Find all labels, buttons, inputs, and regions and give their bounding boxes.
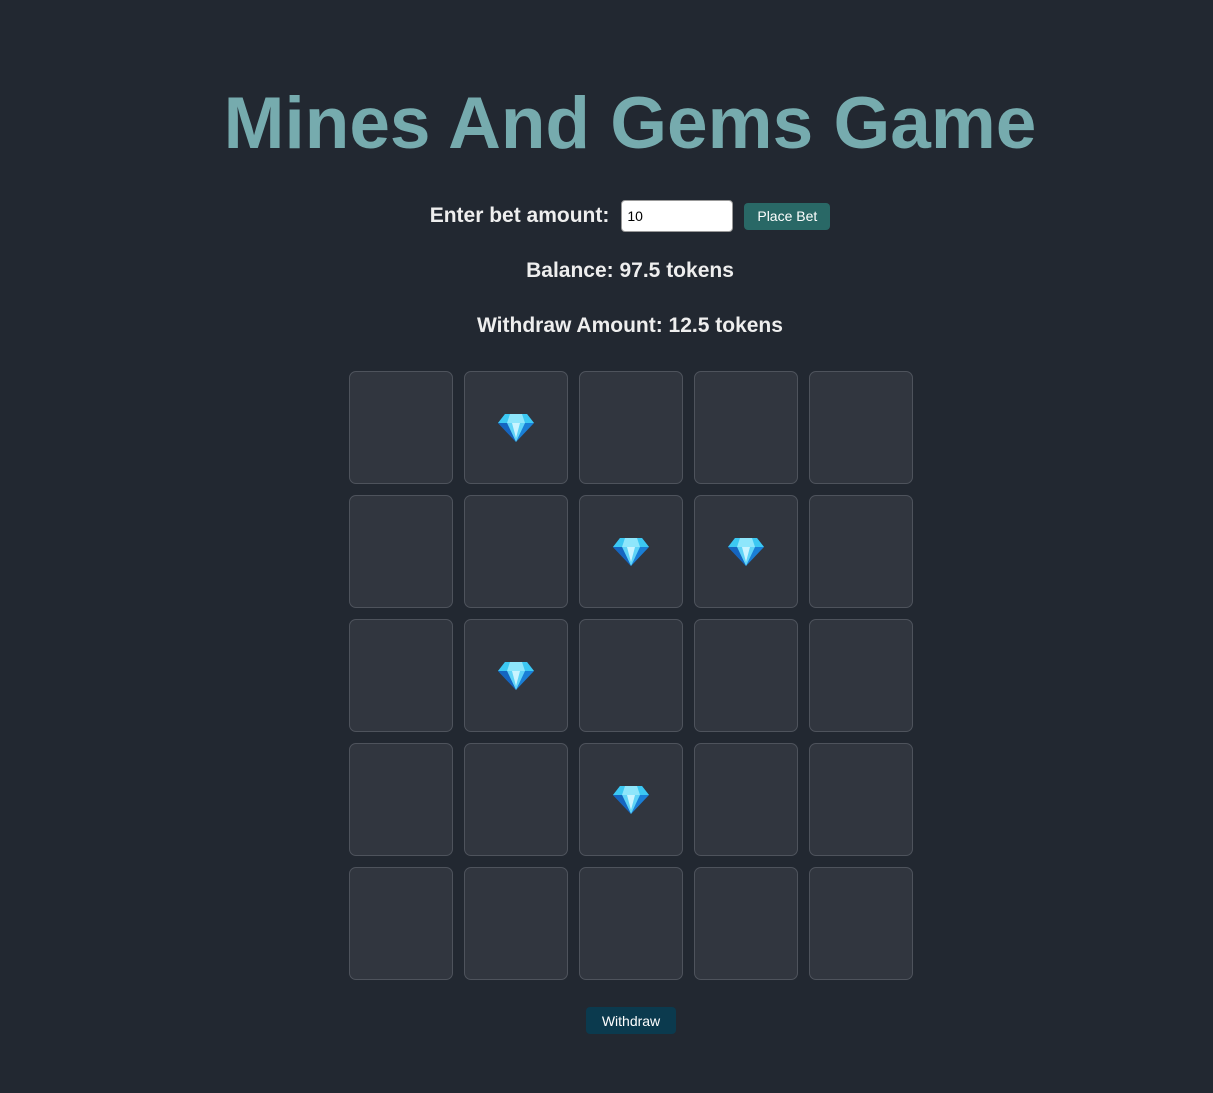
grid-cell[interactable] xyxy=(694,867,798,980)
grid-cell[interactable] xyxy=(809,619,913,732)
grid-cell[interactable] xyxy=(579,619,683,732)
grid-cell[interactable] xyxy=(464,371,568,484)
grid-cell[interactable] xyxy=(694,495,798,608)
game-grid xyxy=(349,371,913,980)
grid-cell[interactable] xyxy=(809,743,913,856)
balance-text: Balance: 97.5 tokens xyxy=(526,259,734,282)
place-bet-button[interactable]: Place Bet xyxy=(744,202,831,230)
grid-cell[interactable] xyxy=(349,619,453,732)
withdraw-button[interactable]: Withdraw xyxy=(586,1007,676,1034)
grid-cell[interactable] xyxy=(464,743,568,856)
grid-cell[interactable] xyxy=(579,743,683,856)
grid-cell[interactable] xyxy=(349,743,453,856)
grid-cell[interactable] xyxy=(809,371,913,484)
bet-form: Enter bet amount: Place Bet xyxy=(0,200,1213,232)
grid-cell[interactable] xyxy=(579,495,683,608)
bet-amount-input[interactable] xyxy=(621,200,734,232)
grid-cell[interactable] xyxy=(809,867,913,980)
grid-cell[interactable] xyxy=(464,867,568,980)
grid-cell[interactable] xyxy=(349,495,453,608)
grid-cell[interactable] xyxy=(694,619,798,732)
grid-cell[interactable] xyxy=(464,619,568,732)
grid-cell[interactable] xyxy=(579,867,683,980)
gem-icon xyxy=(497,661,535,691)
grid-cell[interactable] xyxy=(694,371,798,484)
gem-icon xyxy=(612,537,650,567)
grid-cell[interactable] xyxy=(579,371,683,484)
gem-icon xyxy=(727,537,765,567)
grid-cell[interactable] xyxy=(809,495,913,608)
gem-icon xyxy=(612,785,650,815)
bet-amount-label: Enter bet amount: xyxy=(429,204,610,227)
grid-cell[interactable] xyxy=(349,867,453,980)
grid-cell[interactable] xyxy=(694,743,798,856)
gem-icon xyxy=(497,413,535,443)
grid-cell[interactable] xyxy=(349,371,453,484)
withdraw-amount-text: Withdraw Amount: 12.5 tokens xyxy=(477,314,783,337)
page-title: Mines And Gems Game xyxy=(223,83,1037,164)
grid-cell[interactable] xyxy=(464,495,568,608)
